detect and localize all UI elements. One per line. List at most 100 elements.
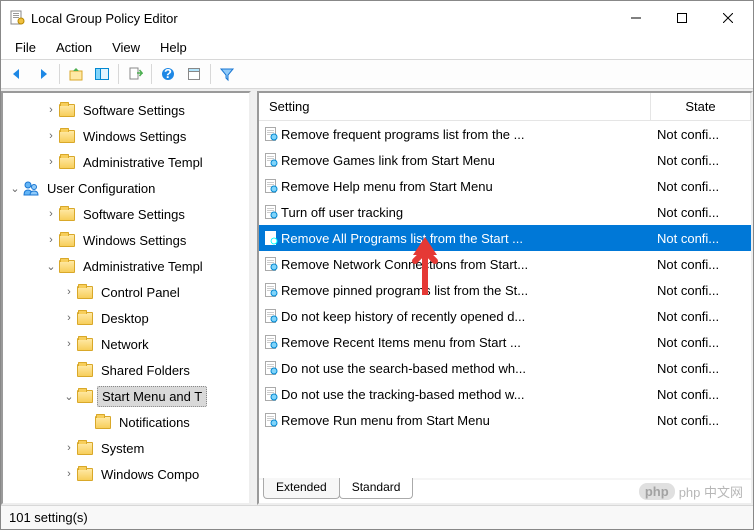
folder-icon <box>59 128 75 144</box>
folder-icon <box>77 440 93 456</box>
tree-node[interactable]: ›Software Settings <box>3 97 249 123</box>
tree-node[interactable]: ⌄ Start Menu and T <box>3 383 249 409</box>
tree-node-label: Administrative Templ <box>79 257 207 276</box>
list-pane: Setting State Remove frequent programs l… <box>257 91 753 505</box>
cell-setting: Do not keep history of recently opened d… <box>279 309 651 324</box>
filter-button[interactable] <box>215 62 239 86</box>
app-icon <box>9 10 25 26</box>
list-header: Setting State <box>259 93 751 121</box>
close-button[interactable] <box>705 3 751 33</box>
tab-extended[interactable]: Extended <box>263 478 340 499</box>
cell-state: Not confi... <box>651 127 751 142</box>
list-row[interactable]: Do not use the tracking-based method w..… <box>259 381 751 407</box>
list-row[interactable]: Remove pinned programs list from the St.… <box>259 277 751 303</box>
expander-icon[interactable]: ⌄ <box>61 390 77 403</box>
menu-action[interactable]: Action <box>46 38 102 57</box>
expander-icon[interactable]: › <box>43 104 59 116</box>
tree-node[interactable]: › Control Panel <box>3 279 249 305</box>
tree-node-label: Control Panel <box>97 283 184 302</box>
list-row[interactable]: Remove Recent Items menu from Start ...N… <box>259 329 751 355</box>
list-row[interactable]: Remove All Programs list from the Start … <box>259 225 751 251</box>
up-button[interactable] <box>64 62 88 86</box>
tree-node-label: System <box>97 439 148 458</box>
policy-icon <box>259 309 279 323</box>
list-row[interactable]: Do not keep history of recently opened d… <box>259 303 751 329</box>
folder-icon <box>59 154 75 170</box>
cell-state: Not confi... <box>651 231 751 246</box>
tab-standard[interactable]: Standard <box>339 478 414 499</box>
maximize-button[interactable] <box>659 3 705 33</box>
expander-icon[interactable]: ⌄ <box>43 260 59 273</box>
expander-icon[interactable]: › <box>43 156 59 168</box>
tree-node[interactable]: ›Network <box>3 331 249 357</box>
list-row[interactable]: Remove Network Connections from Start...… <box>259 251 751 277</box>
cell-state: Not confi... <box>651 153 751 168</box>
show-hide-tree-button[interactable] <box>90 62 114 86</box>
policy-icon <box>259 231 279 245</box>
tree-node-label: Start Menu and T <box>97 386 207 407</box>
tree-node[interactable]: › System <box>3 435 249 461</box>
expander-icon[interactable]: ⌄ <box>7 182 23 195</box>
minimize-button[interactable] <box>613 3 659 33</box>
list-row[interactable]: Turn off user trackingNot confi... <box>259 199 751 225</box>
cell-setting: Remove Games link from Start Menu <box>279 153 651 168</box>
expander-icon[interactable]: › <box>61 442 77 454</box>
tree-pane[interactable]: ›Software Settings›Windows Settings›Admi… <box>1 91 251 505</box>
policy-icon <box>259 387 279 401</box>
svg-text:?: ? <box>164 66 172 81</box>
cell-state: Not confi... <box>651 179 751 194</box>
policy-icon <box>259 205 279 219</box>
properties-button[interactable] <box>182 62 206 86</box>
list-body[interactable]: Remove frequent programs list from the .… <box>259 121 751 477</box>
help-button[interactable]: ? <box>156 62 180 86</box>
tree-node[interactable]: › Windows Settings <box>3 123 249 149</box>
tree-node[interactable]: ›Windows Compo <box>3 461 249 487</box>
folder-icon <box>59 102 75 118</box>
list-row[interactable]: Remove Games link from Start MenuNot con… <box>259 147 751 173</box>
expander-icon[interactable]: › <box>61 312 77 324</box>
tree-node-label: Notifications <box>115 413 194 432</box>
column-header-state[interactable]: State <box>651 93 751 120</box>
tree-node[interactable]: › Desktop <box>3 305 249 331</box>
window-title: Local Group Policy Editor <box>31 11 613 26</box>
watermark: php php 中文网 <box>639 482 743 501</box>
tree-node-label: Software Settings <box>79 205 189 224</box>
tree-node[interactable]: ›Administrative Templ <box>3 149 249 175</box>
cell-setting: Remove Recent Items menu from Start ... <box>279 335 651 350</box>
expander-icon[interactable]: › <box>43 208 59 220</box>
cell-setting: Do not use the search-based method wh... <box>279 361 651 376</box>
user-icon <box>23 180 39 196</box>
folder-icon <box>77 310 93 326</box>
policy-icon <box>259 413 279 427</box>
export-button[interactable] <box>123 62 147 86</box>
list-row[interactable]: Remove Run menu from Start MenuNot confi… <box>259 407 751 433</box>
title-bar: Local Group Policy Editor <box>1 1 753 35</box>
expander-icon[interactable]: › <box>61 286 77 298</box>
menu-view[interactable]: View <box>102 38 150 57</box>
list-row[interactable]: Do not use the search-based method wh...… <box>259 355 751 381</box>
tree-node[interactable]: › Software Settings <box>3 201 249 227</box>
cell-setting: Turn off user tracking <box>279 205 651 220</box>
menu-bar: File Action View Help <box>1 35 753 59</box>
expander-icon[interactable]: › <box>43 130 59 142</box>
column-header-setting[interactable]: Setting <box>259 93 651 120</box>
list-row[interactable]: Remove Help menu from Start MenuNot conf… <box>259 173 751 199</box>
forward-button[interactable] <box>31 62 55 86</box>
tree-node-label: Desktop <box>97 309 153 328</box>
tree-node[interactable]: ⌄ Administrative Templ <box>3 253 249 279</box>
tree-node[interactable]: Notifications <box>3 409 249 435</box>
tree-node[interactable]: Shared Folders <box>3 357 249 383</box>
cell-setting: Remove frequent programs list from the .… <box>279 127 651 142</box>
policy-icon <box>259 257 279 271</box>
cell-state: Not confi... <box>651 361 751 376</box>
tree-node-label: Windows Settings <box>79 127 190 146</box>
tree-node[interactable]: ›Windows Settings <box>3 227 249 253</box>
expander-icon[interactable]: › <box>43 234 59 246</box>
menu-help[interactable]: Help <box>150 38 197 57</box>
menu-file[interactable]: File <box>5 38 46 57</box>
list-row[interactable]: Remove frequent programs list from the .… <box>259 121 751 147</box>
back-button[interactable] <box>5 62 29 86</box>
expander-icon[interactable]: › <box>61 338 77 350</box>
expander-icon[interactable]: › <box>61 468 77 480</box>
tree-node[interactable]: ⌄User Configuration <box>3 175 249 201</box>
